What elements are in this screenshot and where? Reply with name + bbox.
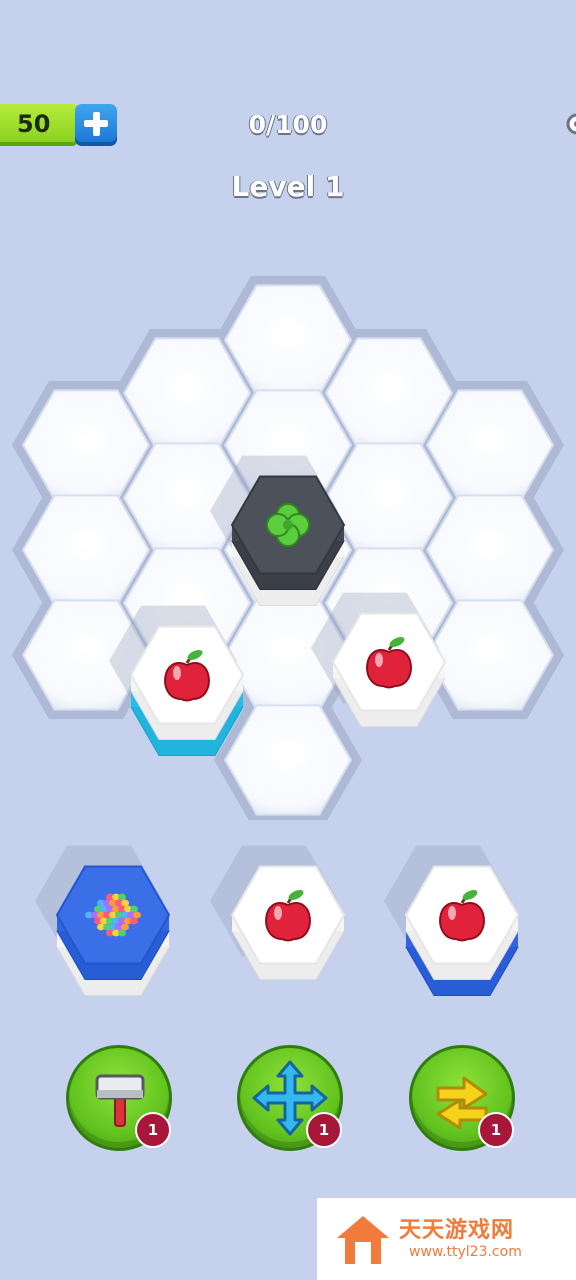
hex-board[interactable] bbox=[0, 260, 576, 820]
move-booster-button[interactable]: 1 bbox=[237, 1045, 343, 1151]
tray-piece-apple[interactable] bbox=[384, 845, 520, 996]
tray-piece-candies[interactable] bbox=[35, 845, 171, 996]
coin-count: 50 bbox=[17, 110, 51, 138]
hammer-booster-button[interactable]: 1 bbox=[66, 1045, 172, 1151]
tray-piece-apple[interactable] bbox=[210, 845, 346, 980]
watermark: 天天游戏网 www.ttyl23.com bbox=[317, 1198, 576, 1280]
hammer-count-badge: 1 bbox=[135, 1112, 171, 1148]
watermark-text: 天天游戏网 bbox=[399, 1218, 515, 1243]
settings-gear-icon[interactable] bbox=[566, 104, 576, 144]
level-progress: 0/100 bbox=[248, 110, 328, 139]
level-title: Level 1 bbox=[231, 170, 345, 203]
coin-counter: 50 bbox=[0, 104, 78, 146]
piece-tray[interactable] bbox=[0, 830, 576, 1010]
move-count-badge: 1 bbox=[306, 1112, 342, 1148]
add-coins-button[interactable] bbox=[75, 104, 117, 146]
swap-booster-button[interactable]: 1 bbox=[409, 1045, 515, 1151]
watermark-logo bbox=[337, 1216, 389, 1264]
watermark-url: www.ttyl23.com bbox=[409, 1244, 522, 1260]
swap-count-badge: 1 bbox=[478, 1112, 514, 1148]
